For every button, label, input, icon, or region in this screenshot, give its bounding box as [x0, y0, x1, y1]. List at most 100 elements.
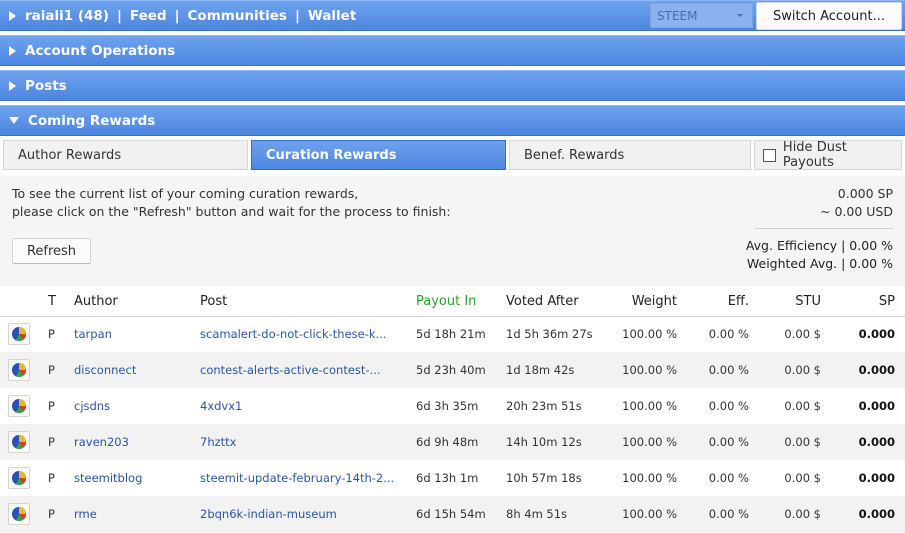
col-voted-after[interactable]: Voted After [506, 288, 602, 317]
col-payout-in[interactable]: Payout In [416, 288, 506, 317]
payout-in: 6d 3h 35m [416, 399, 479, 413]
voted-after: 8h 4m 51s [506, 496, 602, 532]
hide-dust-label: Hide Dust Payouts [782, 140, 847, 170]
section-coming-rewards[interactable]: Coming Rewards [0, 105, 905, 136]
weight: 100.00 % [622, 471, 677, 485]
vote-chart-cell [0, 496, 48, 532]
refresh-button[interactable]: Refresh [12, 238, 91, 264]
currency-select-value: STEEM [657, 8, 698, 23]
stu-value: 0.00 $ [749, 424, 821, 460]
efficiency: 0.00 % [677, 496, 749, 532]
pie-chart-icon[interactable] [8, 395, 30, 417]
pie-chart-icon[interactable] [8, 431, 30, 453]
stu-value: 0.00 $ [749, 496, 821, 532]
expand-arrow-icon [9, 45, 16, 56]
post-type: P [48, 327, 55, 342]
stu-value: 0.00 $ [784, 327, 821, 342]
post-link[interactable]: 7hzttx [200, 424, 416, 460]
col-type[interactable]: T [48, 288, 74, 317]
payout-in: 6d 13h 1m [416, 471, 479, 485]
hide-dust-checkbox[interactable] [763, 148, 776, 162]
payout-in: 6d 9h 48m [416, 424, 506, 460]
post-type: P [48, 424, 74, 460]
vote-chart-cell [0, 352, 48, 388]
section-title: Account Operations [25, 42, 176, 59]
info-line-1: To see the current list of your coming c… [12, 186, 359, 201]
sp-value: 0.000 [858, 471, 895, 485]
account-link[interactable]: raiali1 (48) [25, 8, 109, 24]
tab-benef-rewards[interactable]: Benef. Rewards [509, 140, 751, 170]
post-link[interactable]: scamalert-do-not-click-these-k... [200, 316, 416, 352]
total-sp: 0.000 SP [837, 186, 893, 201]
author-link[interactable]: cjsdns [74, 388, 200, 424]
communities-link[interactable]: Communities [188, 8, 287, 24]
table-row: Pdisconnect contest-alerts-active-contest… [0, 352, 905, 388]
pie-chart-icon[interactable] [8, 467, 30, 489]
wallet-link[interactable]: Wallet [308, 8, 356, 24]
section-account-operations[interactable]: Account Operations [0, 35, 905, 66]
col-author[interactable]: Author [74, 288, 200, 317]
stu-value: 0.00 $ [784, 471, 821, 485]
author-link[interactable]: steemitblog [74, 460, 200, 496]
col-stu[interactable]: STU [749, 288, 821, 317]
divider [755, 228, 893, 229]
post-link[interactable]: 2bqn6k-indian-museum [200, 496, 416, 532]
switch-account-button[interactable]: Switch Account... [756, 2, 902, 30]
info-text: To see the current list of your coming c… [12, 185, 451, 221]
section-posts[interactable]: Posts [0, 70, 905, 101]
efficiency: 0.00 % [708, 327, 749, 342]
author-link[interactable]: raven203 [74, 424, 200, 460]
payout-in: 6d 15h 54m [416, 496, 506, 532]
tab-author-rewards[interactable]: Author Rewards [3, 140, 248, 170]
author-link[interactable]: rme [74, 496, 200, 532]
author-link[interactable]: tarpan [74, 316, 200, 352]
feed-link[interactable]: Feed [130, 8, 167, 24]
nav-separator: | [174, 7, 180, 24]
voted-after: 1d 5h 36m 27s [506, 327, 593, 342]
stu-value: 0.00 $ [784, 399, 821, 413]
efficiency: 0.00 % [677, 352, 749, 388]
info-line-2: please click on the "Refresh" button and… [12, 204, 451, 219]
author-link[interactable]: disconnect [74, 352, 200, 388]
hide-dust-toggle[interactable]: Hide Dust Payouts [754, 140, 902, 170]
section-title: Coming Rewards [28, 112, 156, 129]
expand-arrow-icon [9, 80, 16, 91]
post-link[interactable]: steemit-update-february-14th-2... [200, 460, 416, 496]
post-link[interactable]: contest-alerts-active-contest-... [200, 352, 416, 388]
currency-select[interactable]: STEEM [650, 3, 753, 28]
voted-after: 14h 10m 12s [506, 424, 602, 460]
payout-in: 5d 23h 40m [416, 352, 506, 388]
col-sp[interactable]: SP [821, 288, 905, 317]
col-weight[interactable]: Weight [602, 288, 677, 317]
pie-chart-icon[interactable] [8, 323, 30, 346]
nav-separator: | [116, 7, 122, 24]
sp-value: 0.000 [821, 424, 905, 460]
col-post[interactable]: Post [200, 288, 416, 317]
nav-separator: | [294, 7, 300, 24]
tab-curation-rewards[interactable]: Curation Rewards [251, 140, 506, 170]
vote-chart-cell [0, 424, 48, 460]
table-row: Pcjsdns 4xdvx1 6d 3h 35m 20h 23m 51s 100.00 … [0, 388, 905, 424]
reward-totals: 0.000 SP ~ 0.00 USD [820, 185, 893, 221]
expand-arrow-icon[interactable] [9, 10, 16, 21]
table-row: Praven203 7hzttx 6d 9h 48m 14h 10m 12s 100.0… [0, 424, 905, 460]
pie-chart-icon[interactable] [8, 359, 30, 381]
col-eff[interactable]: Eff. [677, 288, 749, 317]
table-row: Psteemitblog steemit-update-february-14th… [0, 460, 905, 496]
curation-rewards-table: T Author Post Payout In Voted After Weig… [0, 288, 905, 532]
chevron-down-icon [737, 14, 743, 17]
pie-chart-icon[interactable] [8, 503, 30, 525]
sp-value: 0.000 [821, 352, 905, 388]
post-type: P [48, 352, 74, 388]
voted-after: 1d 18m 42s [506, 352, 602, 388]
avg-efficiency: Avg. Efficiency | 0.00 % [745, 238, 893, 253]
vote-chart-cell [0, 460, 48, 496]
post-link[interactable]: 4xdvx1 [200, 388, 416, 424]
payout-in: 5d 18h 21m [416, 327, 486, 342]
efficiency-summary: Avg. Efficiency | 0.00 % Weighted Avg. |… [746, 237, 893, 273]
col-icon [0, 288, 48, 317]
weight: 100.00 % [602, 496, 677, 532]
total-usd: ~ 0.00 USD [820, 204, 893, 219]
table-row: Prme 2bqn6k-indian-museum 6d 15h 54m 8h 4m … [0, 496, 905, 532]
weight: 100.00 % [602, 424, 677, 460]
